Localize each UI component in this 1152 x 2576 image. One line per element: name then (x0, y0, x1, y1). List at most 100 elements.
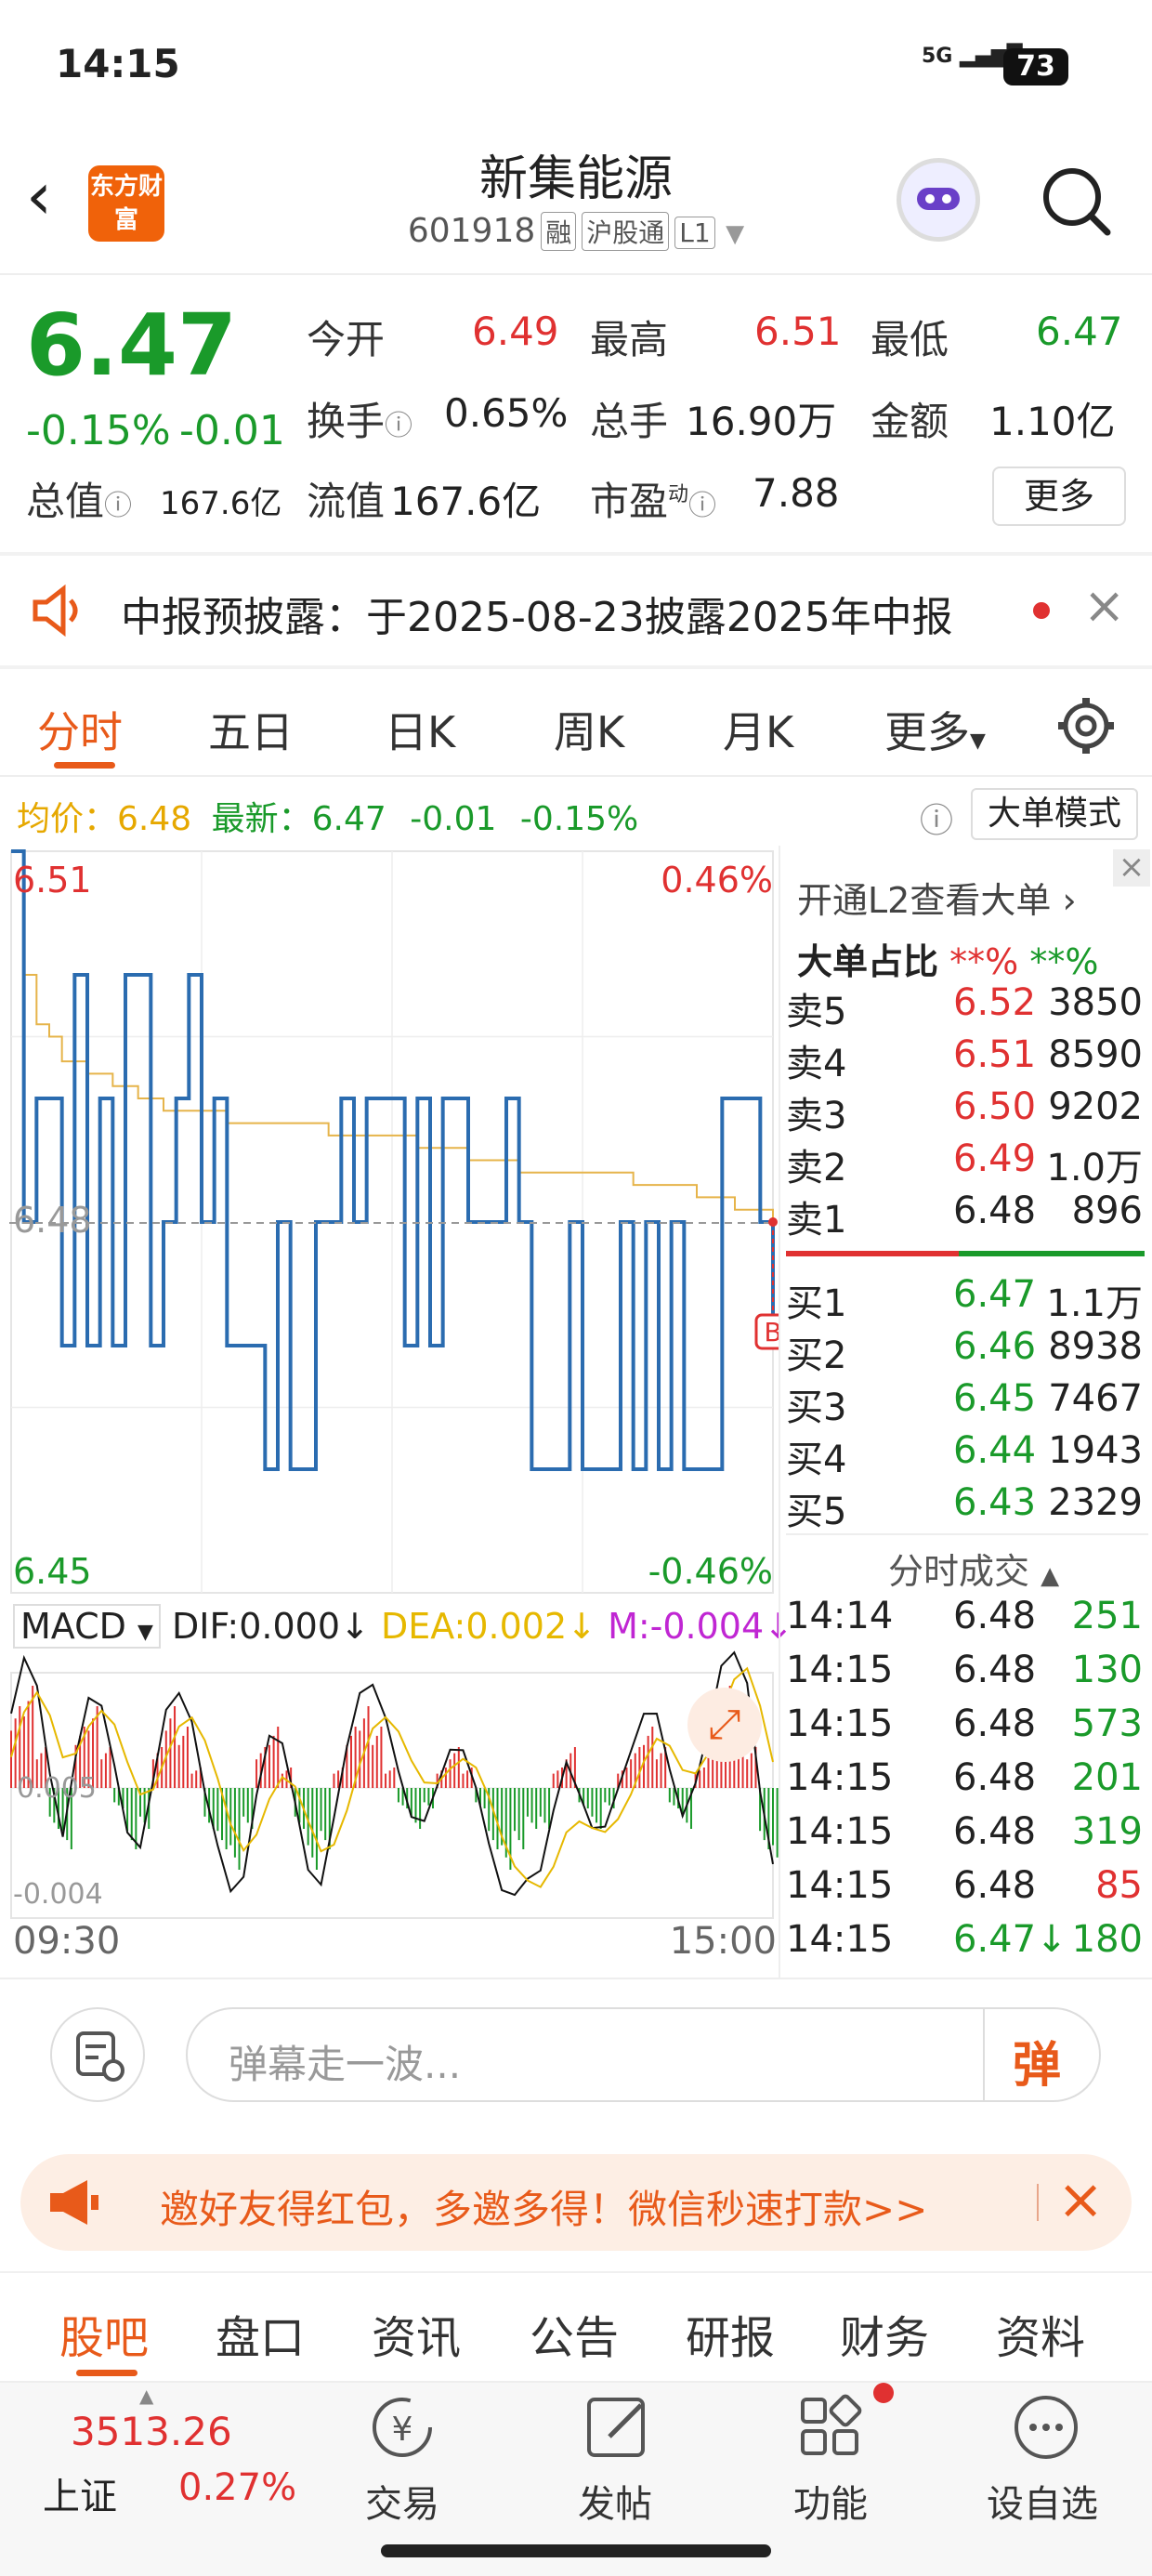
latest-label: 最新： (211, 800, 312, 838)
tab-finance[interactable]: 财务 (840, 2301, 929, 2366)
divider (786, 1533, 1148, 1535)
nav-post[interactable]: 发帖 (578, 2474, 652, 2528)
buy-sell-ratio-green (959, 1251, 1145, 1256)
level-label: 卖2 (786, 1147, 847, 1189)
open-value: 6.49 (472, 309, 559, 354)
trade-volume: 573 (1071, 1702, 1143, 1745)
trade-time: 14:15 (786, 1864, 894, 1907)
info-icon[interactable]: ⓘ (104, 490, 132, 522)
level-label: 卖4 (786, 1043, 847, 1085)
mktcap-value: 167.6亿 (160, 485, 282, 522)
y-label-mid: 6.48 (13, 1200, 92, 1241)
help-icon[interactable]: ⓘ (920, 794, 953, 842)
open-l2-link[interactable]: 开通L2查看大单 › (797, 872, 1077, 923)
edit-icon[interactable] (583, 2392, 654, 2463)
intraday-chart[interactable]: 6.51 6.48 6.45 0.46% -0.46% B 0.005 -0.0… (0, 846, 780, 1979)
megaphone-icon (46, 2176, 102, 2228)
tab-research[interactable]: 研报 (686, 2301, 775, 2366)
danmu-input[interactable]: 弹幕走一波... 弹 (186, 2007, 1101, 2102)
trade-time: 14:14 (786, 1595, 894, 1637)
index-name[interactable]: 上证 (43, 2466, 117, 2520)
trade-time: 14:15 (786, 1756, 894, 1799)
danmu-settings-button[interactable] (50, 2007, 145, 2102)
level-volume: 9202 (1048, 1085, 1143, 1128)
trade-time: 14:15 (786, 1649, 894, 1691)
level-volume: 8590 (1048, 1033, 1143, 1076)
promo-banner[interactable]: 邀好友得红包，多邀多得！微信秒速打款>> × (20, 2154, 1132, 2251)
pct-label-bottom: -0.46% (648, 1551, 773, 1592)
trade-price: 6.48 (953, 1810, 1037, 1853)
tab-announcements[interactable]: 公告 (530, 2301, 619, 2366)
dropdown-icon[interactable]: ▼ (726, 220, 744, 248)
pct-label-top: 0.46% (661, 860, 773, 900)
danmu-send-button[interactable]: 弹 (1013, 2026, 1061, 2096)
arrow-down-icon: ↓ (340, 1606, 370, 1647)
tab-news[interactable]: 资讯 (372, 2301, 461, 2366)
trade-icon[interactable]: ¥ (364, 2392, 440, 2466)
close-icon[interactable]: × (1057, 2167, 1104, 2232)
notice-bar[interactable]: 中报预披露：于2025-08-23披露2025年中报 × (0, 556, 1152, 667)
tab-more[interactable]: 更多▼ (884, 699, 986, 760)
promo-text: 邀好友得红包，多邀多得！微信秒速打款>> (160, 2187, 928, 2232)
tab-intraday[interactable]: 分时 (37, 699, 123, 760)
caret-up-icon: ▲ (139, 2385, 154, 2407)
tab-5day[interactable]: 五日 (208, 699, 294, 760)
gear-icon[interactable] (1054, 693, 1119, 758)
index-pct[interactable]: 0.27% (178, 2466, 296, 2509)
close-icon[interactable]: × (1113, 849, 1150, 887)
info-icon[interactable]: ⓘ (385, 410, 412, 442)
tab-weekly-k[interactable]: 周K (554, 699, 624, 760)
info-icon[interactable]: ⓘ (688, 490, 716, 522)
pe-value: 7.88 (753, 470, 840, 516)
tab-profile[interactable]: 资料 (996, 2301, 1085, 2366)
more-dots-icon[interactable] (1009, 2390, 1083, 2464)
change-amount: -0.01 (179, 407, 285, 454)
change-percent: -0.15% (26, 407, 171, 454)
turnover-label: 换手ⓘ (307, 390, 412, 447)
level-label: 买3 (786, 1387, 847, 1429)
level-volume: 896 (1071, 1189, 1143, 1232)
level-price: 6.46 (953, 1325, 1037, 1368)
level-label: 买5 (786, 1491, 847, 1533)
buy-sell-ratio-red (786, 1251, 959, 1256)
level-price: 6.51 (953, 1033, 1037, 1076)
trades-title-text: 分时成交 (888, 1551, 1030, 1592)
big-order-mode-button[interactable]: 大单模式 (971, 788, 1138, 840)
home-indicator (381, 2544, 771, 2557)
tab-forum[interactable]: 股吧 (59, 2301, 149, 2366)
trade-volume: 251 (1071, 1595, 1143, 1637)
level-volume: 8938 (1048, 1325, 1143, 1368)
tab-daily-k[interactable]: 日K (385, 699, 455, 760)
y-label-top: 6.51 (13, 860, 92, 900)
trades-title[interactable]: 分时成交 ▲ (888, 1543, 1059, 1594)
tab-monthly-k[interactable]: 月K (723, 699, 793, 760)
chevron-down-icon: ▼ (970, 729, 986, 753)
assistant-avatar[interactable] (897, 158, 980, 242)
nav-add-watchlist[interactable]: 设自选 (987, 2474, 1098, 2528)
level-volume: 3850 (1048, 981, 1143, 1024)
trade-time: 14:15 (786, 1810, 894, 1853)
level-volume: 1.0万 (1046, 1147, 1143, 1189)
level-volume: 1.1万 (1046, 1282, 1143, 1325)
battery-icon: 73 (1003, 48, 1068, 85)
index-value[interactable]: 3513.26 (71, 2409, 232, 2454)
more-button[interactable]: 更多 (992, 467, 1126, 526)
big-ratio-row: 大单占比 **% **% (797, 933, 1098, 984)
nav-functions[interactable]: 功能 (793, 2474, 868, 2528)
search-icon[interactable] (1039, 164, 1113, 238)
expand-icon[interactable]: ⤢ (687, 1688, 762, 1762)
trade-time: 14:15 (786, 1702, 894, 1745)
buy-marker-dot (768, 1217, 778, 1227)
tab-market-depth[interactable]: 盘口 (216, 2301, 305, 2366)
macd-indicator-select[interactable]: MACD ▼ (13, 1604, 161, 1649)
latest-pct: -0.15% (519, 800, 639, 838)
robot-icon (901, 163, 975, 237)
high-label: 最高 (590, 317, 669, 362)
divider (0, 665, 1152, 669)
mktcap-label-text: 总值 (26, 479, 105, 524)
grid-icon[interactable] (795, 2392, 866, 2463)
close-icon[interactable]: × (1083, 576, 1125, 635)
nav-trade[interactable]: 交易 (365, 2474, 439, 2528)
level-price: 6.45 (953, 1377, 1037, 1420)
macd-label: MACD (20, 1606, 126, 1647)
